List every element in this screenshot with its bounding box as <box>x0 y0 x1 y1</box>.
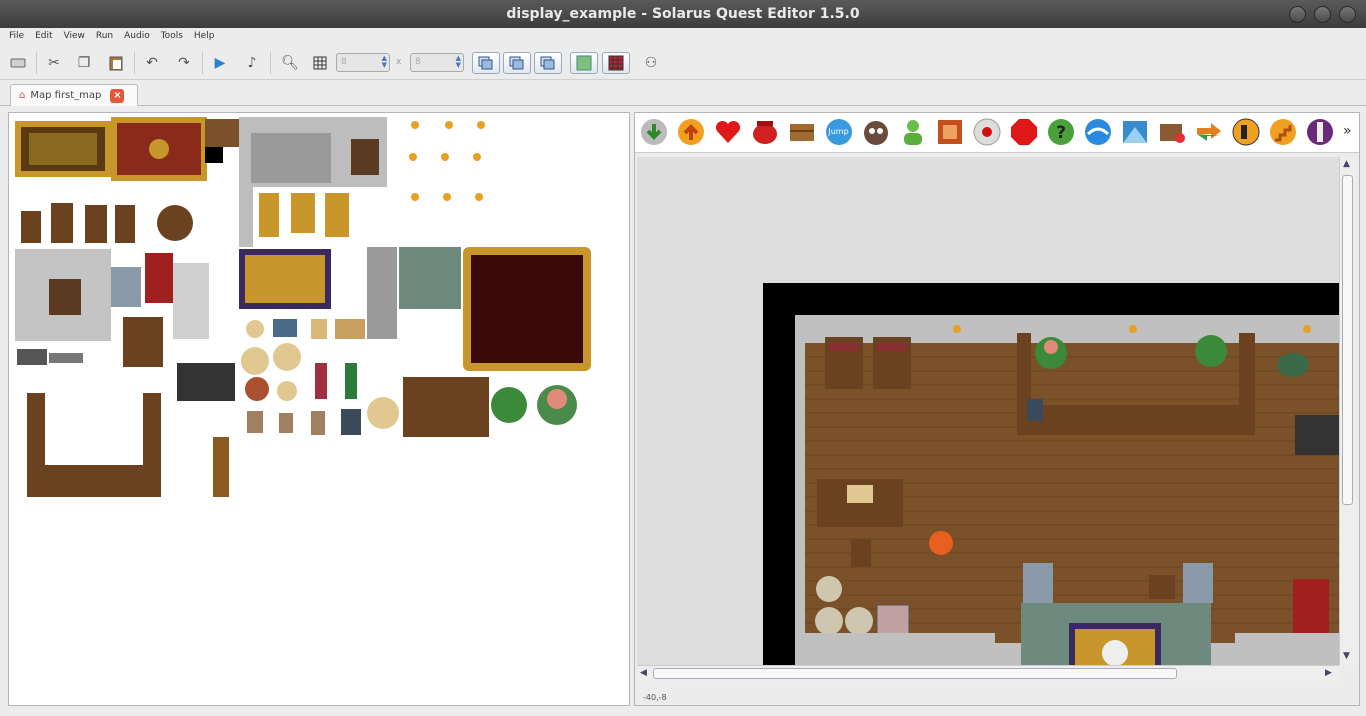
layer-0-icon[interactable] <box>472 52 500 74</box>
tab-bar: ⌂ Map first_map × <box>0 80 1366 106</box>
menu-view[interactable]: View <box>59 28 91 46</box>
main-toolbar: ✂ ❐ ↶ ↷ ▶ ♪ 🔍︎ 8 ▲ ▼ x 8 ▲ ▼ ⚇ <box>0 46 1366 80</box>
tab-close-icon[interactable]: × <box>110 88 125 103</box>
window-title: display_example - Solarus Quest Editor 1… <box>506 6 860 22</box>
tab-label: Map first_map <box>30 90 102 101</box>
grid-icon[interactable] <box>308 52 332 74</box>
pot-icon[interactable] <box>750 117 779 146</box>
drive-icon[interactable] <box>6 52 30 74</box>
minimize-button[interactable] <box>1289 6 1306 23</box>
stairs-icon[interactable] <box>1268 117 1297 146</box>
tileset-image[interactable] <box>9 113 629 705</box>
menu-run[interactable]: Run <box>91 28 119 46</box>
layer-1-icon[interactable] <box>503 52 531 74</box>
app-window: display_example - Solarus Quest Editor 1… <box>0 0 1366 716</box>
entity-toolbar: Jump ? » <box>635 113 1359 153</box>
tab-map-first-map[interactable]: ⌂ Map first_map × <box>10 84 138 106</box>
music-icon[interactable]: ♪ <box>240 52 264 74</box>
copy-icon[interactable]: ❐ <box>72 52 96 74</box>
jump-label: Jump <box>828 127 849 136</box>
scroll-up-icon[interactable]: ▲ <box>1343 159 1350 169</box>
crystal-block-icon[interactable] <box>1120 117 1149 146</box>
menu-bar: File Edit View Run Audio Tools Help <box>0 28 1366 46</box>
title-bar: display_example - Solarus Quest Editor 1… <box>0 0 1366 28</box>
menu-audio[interactable]: Audio <box>119 28 156 46</box>
grid-width-input[interactable]: 8 ▲ ▼ <box>336 53 390 72</box>
run-icon[interactable]: ▶ <box>208 52 232 74</box>
undo-icon[interactable]: ↶ <box>140 52 164 74</box>
redo-icon[interactable]: ↷ <box>172 52 196 74</box>
more-entities-button[interactable]: » <box>1343 123 1352 139</box>
house-icon: ⌂ <box>19 90 26 101</box>
close-window-button[interactable] <box>1339 6 1356 23</box>
map-panel: Jump ? » ▲ ▼ ◀ ▶ -40,-8 <box>634 112 1360 706</box>
grid-height-input[interactable]: 8 ▲ ▼ <box>410 53 464 72</box>
stream-icon[interactable] <box>1194 117 1223 146</box>
heart-icon[interactable] <box>713 117 742 146</box>
door-icon[interactable] <box>1231 117 1260 146</box>
grid-width-value: 8 <box>341 57 347 67</box>
map-canvas[interactable] <box>637 157 1339 665</box>
npc-icon[interactable] <box>898 117 927 146</box>
map-view[interactable] <box>637 157 1339 665</box>
zoom-icon[interactable]: 🔍︎ <box>278 52 302 74</box>
menu-file[interactable]: File <box>4 28 30 46</box>
horizontal-scroll-thumb[interactable] <box>653 668 1177 679</box>
menu-edit[interactable]: Edit <box>30 28 58 46</box>
jump-icon[interactable]: Jump <box>824 117 853 146</box>
crystal-icon[interactable] <box>1083 117 1112 146</box>
sensor-icon[interactable]: ? <box>1046 117 1075 146</box>
wall-icon[interactable] <box>1009 117 1038 146</box>
tileset-view[interactable] <box>8 112 630 706</box>
enemy-icon[interactable] <box>861 117 890 146</box>
teletransporter-icon[interactable] <box>676 117 705 146</box>
scroll-right-icon[interactable]: ▶ <box>1325 668 1332 678</box>
mouse-coords: -40,-8 <box>643 693 667 702</box>
separator-icon[interactable] <box>1305 117 1334 146</box>
shop-treasure-icon[interactable] <box>1157 117 1186 146</box>
menu-help[interactable]: Help <box>189 28 221 46</box>
scroll-left-icon[interactable]: ◀ <box>640 668 647 678</box>
obstacle-icon[interactable] <box>602 52 630 74</box>
layer-2-icon[interactable] <box>534 52 562 74</box>
scroll-down-icon[interactable]: ▼ <box>1343 651 1350 661</box>
traversable-icon[interactable] <box>570 52 598 74</box>
cut-icon[interactable]: ✂ <box>42 52 66 74</box>
vertical-scrollbar[interactable]: ▲ ▼ <box>1339 157 1355 665</box>
menu-tools[interactable]: Tools <box>156 28 189 46</box>
paste-icon[interactable] <box>104 52 128 74</box>
chest-icon[interactable] <box>787 117 816 146</box>
show-entities-icon[interactable]: ⚇ <box>636 52 666 74</box>
vertical-scroll-thumb[interactable] <box>1342 175 1353 505</box>
destination-icon[interactable] <box>639 117 668 146</box>
maximize-button[interactable] <box>1314 6 1331 23</box>
block-icon[interactable] <box>935 117 964 146</box>
grid-separator: x <box>396 57 402 67</box>
grid-height-value: 8 <box>415 57 421 67</box>
horizontal-scrollbar[interactable]: ◀ ▶ <box>637 665 1339 681</box>
switch-icon[interactable] <box>972 117 1001 146</box>
svg-text:?: ? <box>1056 123 1066 143</box>
